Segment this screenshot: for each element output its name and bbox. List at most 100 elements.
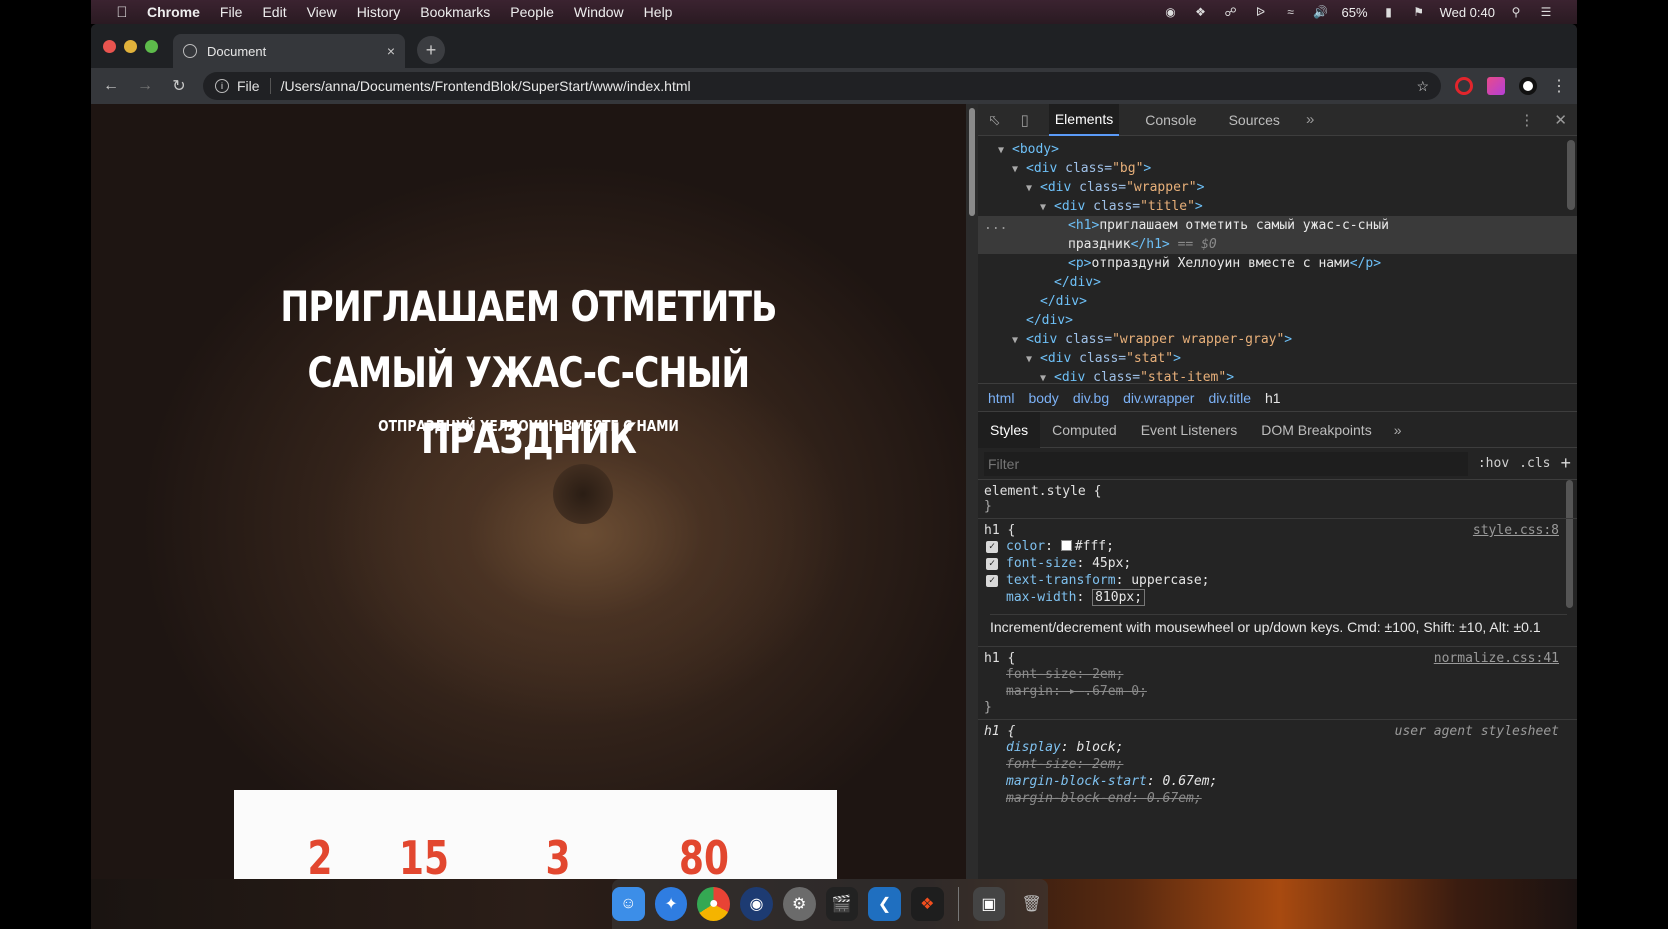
dom-node[interactable]: </div>	[978, 292, 1577, 311]
more-tabs-icon[interactable]: »	[1306, 111, 1314, 128]
css-declaration-overridden[interactable]: font-size: 2em;	[984, 666, 1571, 683]
dom-node[interactable]: </div>	[978, 273, 1577, 292]
css-declaration-overridden[interactable]: margin: ▸ .67em 0;	[984, 683, 1571, 700]
more-tabs-icon[interactable]: »	[1384, 422, 1412, 438]
bookmark-star-icon[interactable]: ☆	[1416, 78, 1429, 95]
menu-bookmarks[interactable]: Bookmarks	[420, 4, 490, 20]
css-declaration[interactable]: ✓ text-transform: uppercase;	[984, 572, 1571, 589]
back-arrow-icon[interactable]: ←	[101, 77, 121, 95]
device-toolbar-icon[interactable]: ▯	[1021, 111, 1029, 129]
dom-node[interactable]: ▼ <div class="wrapper wrapper-gray">	[978, 330, 1577, 349]
trash-icon[interactable]: 🗑	[1015, 887, 1048, 921]
page-scrollbar-thumb[interactable]	[969, 108, 975, 216]
dom-node[interactable]: ▼ <div class="wrapper">	[978, 178, 1577, 197]
dom-node[interactable]: ▼ <div class="stat">	[978, 349, 1577, 368]
css-declaration[interactable]: ✓ font-size: 45px;	[984, 555, 1571, 572]
color-swatch-icon[interactable]	[1060, 540, 1072, 551]
menu-file[interactable]: File	[220, 4, 243, 20]
collapse-triangle-icon[interactable]: ▼	[1012, 331, 1026, 350]
final-cut-icon[interactable]: 🎬	[825, 887, 859, 921]
browser-tab[interactable]: Document ×	[173, 34, 405, 68]
zoom-window-button[interactable]	[145, 40, 158, 53]
rule-source-link[interactable]: style.css:8	[1473, 523, 1559, 538]
info-icon[interactable]: i	[215, 79, 229, 93]
menu-people[interactable]: People	[510, 4, 554, 20]
volume-icon[interactable]: 🔊	[1312, 5, 1330, 19]
close-tab-icon[interactable]: ×	[387, 43, 395, 59]
tab-dom-breakpoints[interactable]: DOM Breakpoints	[1249, 412, 1383, 448]
apple-menu-icon[interactable]: 	[107, 4, 137, 21]
class-toggle[interactable]: .cls	[1519, 456, 1550, 471]
browser-icon[interactable]: ◉	[740, 887, 773, 921]
page-scrollbar[interactable]	[966, 104, 978, 879]
declaration-checkbox[interactable]: ✓	[986, 575, 998, 587]
finder-icon[interactable]: ☺	[612, 887, 645, 921]
forward-arrow-icon[interactable]: →	[135, 77, 155, 95]
close-devtools-icon[interactable]: ✕	[1554, 111, 1567, 129]
flag-icon[interactable]: ⚑	[1410, 5, 1428, 19]
inspect-element-icon[interactable]: ⬁	[988, 111, 1001, 129]
tab-event-listeners[interactable]: Event Listeners	[1129, 412, 1250, 448]
css-declaration-editing[interactable]: max-width: 810px;	[984, 589, 1571, 606]
dom-node[interactable]: <p>отпраздунй Хеллоуин вместе с нами</p>	[978, 254, 1577, 273]
tab-sources[interactable]: Sources	[1223, 104, 1286, 136]
collapse-triangle-icon[interactable]: ▼	[998, 141, 1012, 160]
new-rule-button[interactable]: +	[1560, 453, 1571, 474]
dom-node[interactable]: </div>	[978, 311, 1577, 330]
notification-center-icon[interactable]: ☰	[1537, 5, 1555, 19]
dom-tree-scrollbar[interactable]	[1567, 140, 1575, 210]
system-preferences-icon[interactable]: ⚙	[782, 887, 816, 921]
clock[interactable]: Wed 0:40	[1440, 5, 1495, 20]
breadcrumb-item[interactable]: div.wrapper	[1123, 390, 1194, 406]
dom-node[interactable]: ▼ <body>	[978, 140, 1577, 159]
menu-chrome[interactable]: Chrome	[147, 4, 200, 20]
chrome-menu-icon[interactable]: ⋮	[1551, 76, 1567, 96]
breadcrumb-item[interactable]: html	[988, 390, 1014, 406]
devtools-menu-icon[interactable]: ⋮	[1519, 111, 1534, 129]
tab-elements[interactable]: Elements	[1048, 104, 1120, 136]
menu-help[interactable]: Help	[644, 4, 673, 20]
hover-state-toggle[interactable]: :hov	[1478, 456, 1509, 471]
declaration-checkbox[interactable]: ✓	[986, 558, 998, 570]
rule-source-link[interactable]: normalize.css:41	[1434, 651, 1559, 666]
tab-console[interactable]: Console	[1139, 104, 1202, 136]
dropbox-icon[interactable]: ❖	[1192, 5, 1210, 19]
breadcrumb-item[interactable]: body	[1028, 390, 1058, 406]
tab-computed[interactable]: Computed	[1040, 412, 1129, 448]
collapse-triangle-icon[interactable]: ▼	[1012, 160, 1026, 179]
chrome-icon[interactable]: ●	[697, 887, 731, 921]
vscode-icon[interactable]: ❮	[868, 887, 901, 921]
dom-node[interactable]: ▼ <div class="title">	[978, 197, 1577, 216]
styles-filter-input[interactable]	[984, 451, 1468, 476]
collapse-triangle-icon[interactable]: ▼	[1026, 179, 1040, 198]
breadcrumb-item[interactable]: div.title	[1208, 390, 1251, 406]
opera-extension-icon[interactable]	[1455, 77, 1473, 95]
creative-cloud-icon[interactable]: ☍	[1222, 5, 1240, 19]
new-tab-button[interactable]: +	[417, 36, 445, 64]
screen-recorder-icon[interactable]: ▣	[972, 887, 1006, 921]
safari-icon[interactable]: ✦	[654, 887, 688, 921]
address-bar[interactable]: i File /Users/anna/Documents/FrontendBlo…	[203, 72, 1441, 100]
battery-icon[interactable]: ▮	[1380, 5, 1398, 19]
record-icon[interactable]: ◉	[1162, 5, 1180, 19]
bluetooth-icon[interactable]: ᐉ	[1252, 5, 1270, 19]
declaration-checkbox[interactable]: ✓	[986, 541, 998, 553]
node-actions-ellipsis[interactable]: ...	[984, 216, 1007, 235]
profile-avatar[interactable]	[1519, 77, 1537, 95]
url-text[interactable]: /Users/anna/Documents/FrontendBlok/Super…	[281, 78, 691, 94]
dom-node[interactable]: ▼ <div class="bg">	[978, 159, 1577, 178]
figma-icon[interactable]: ❖	[910, 887, 944, 921]
menu-edit[interactable]: Edit	[262, 4, 286, 20]
tab-styles[interactable]: Styles	[978, 411, 1041, 448]
dom-node-selected-cont[interactable]: праздник</h1> == $0	[978, 235, 1577, 254]
breadcrumb-item[interactable]: div.bg	[1073, 390, 1109, 406]
value-edit-field[interactable]: 810px;	[1092, 589, 1146, 606]
menu-history[interactable]: History	[357, 4, 401, 20]
menu-view[interactable]: View	[307, 4, 337, 20]
collapse-triangle-icon[interactable]: ▼	[1040, 369, 1054, 388]
dom-node[interactable]: ▼ <div class="stat-item">	[978, 368, 1577, 387]
close-window-button[interactable]	[103, 40, 116, 53]
css-declaration[interactable]: ✓ color: #fff;	[984, 538, 1571, 555]
collapse-triangle-icon[interactable]: ▼	[1040, 198, 1054, 217]
breadcrumb-item-current[interactable]: h1	[1265, 390, 1281, 406]
